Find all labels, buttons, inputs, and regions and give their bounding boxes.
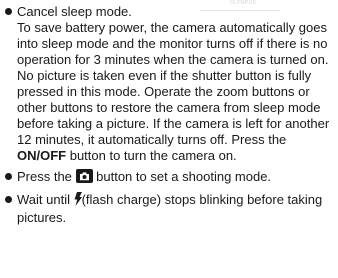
manual-page: OLYMPUS Cancel sleep mode. To save batte… bbox=[0, 0, 338, 278]
list-item-flash-charge: Wait until (flash charge) stops blinking… bbox=[4, 192, 334, 226]
item-text-after: button to set a shooting mode. bbox=[92, 169, 272, 184]
flash-icon bbox=[74, 192, 82, 210]
item-text-before: Wait until bbox=[17, 192, 74, 207]
list-item-shooting-mode: Press the button to set a shooting mode. bbox=[4, 169, 334, 187]
onoff-button-label: ON/OFF bbox=[17, 148, 67, 163]
instruction-list: Cancel sleep mode. To save battery power… bbox=[4, 4, 334, 226]
bullet-icon bbox=[5, 8, 12, 15]
bullet-icon bbox=[5, 173, 12, 180]
item-body-text: To save battery power, the camera automa… bbox=[17, 20, 330, 147]
item-text-before: Press the bbox=[17, 169, 76, 184]
item-body: To save battery power, the camera automa… bbox=[17, 20, 334, 164]
bullet-icon bbox=[5, 196, 12, 203]
item-body-text-end: button to turn the camera on. bbox=[66, 148, 237, 163]
camera-icon bbox=[75, 169, 93, 187]
list-item-cancel-sleep: Cancel sleep mode. To save battery power… bbox=[4, 4, 334, 164]
item-heading: Cancel sleep mode. bbox=[17, 4, 132, 19]
